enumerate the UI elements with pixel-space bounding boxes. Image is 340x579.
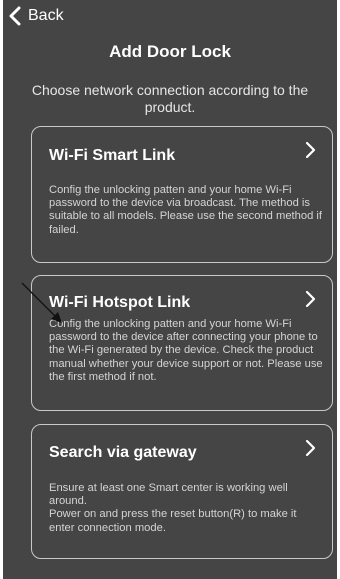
wifi-smart-link-option[interactable]: Wi-Fi Smart Link Config the unlocking pa… [31,126,333,263]
back-button[interactable]: Back [7,6,64,26]
chevron-right-icon [305,439,316,457]
option-description: Config the unlocking patten and your hom… [49,184,323,236]
option-description: Ensure at least one Smart center is work… [49,482,324,535]
option-description: Config the unlocking patten and your hom… [49,318,323,383]
option-description-line: Power on and press the reset button(R) t… [49,508,297,534]
option-title: Search via gateway [49,444,197,461]
search-via-gateway-option[interactable]: Search via gateway Ensure at least one S… [31,424,333,559]
page-title: Add Door Lock [109,42,231,61]
chevron-right-icon [305,141,316,159]
option-title: Wi-Fi Hotspot Link [49,294,191,311]
option-description-line: Ensure at least one Smart center is work… [49,482,288,508]
chevron-left-icon [9,6,21,26]
wifi-hotspot-link-option[interactable]: Wi-Fi Hotspot Link Config the unlocking … [31,275,333,411]
option-title: Wi-Fi Smart Link [49,147,176,164]
chevron-right-icon [305,290,316,308]
page-subtitle: Choose network connection according to t… [31,82,309,115]
add-door-lock-screen: Back Add Door Lock Choose network connec… [3,0,337,579]
back-label: Back [28,7,64,24]
